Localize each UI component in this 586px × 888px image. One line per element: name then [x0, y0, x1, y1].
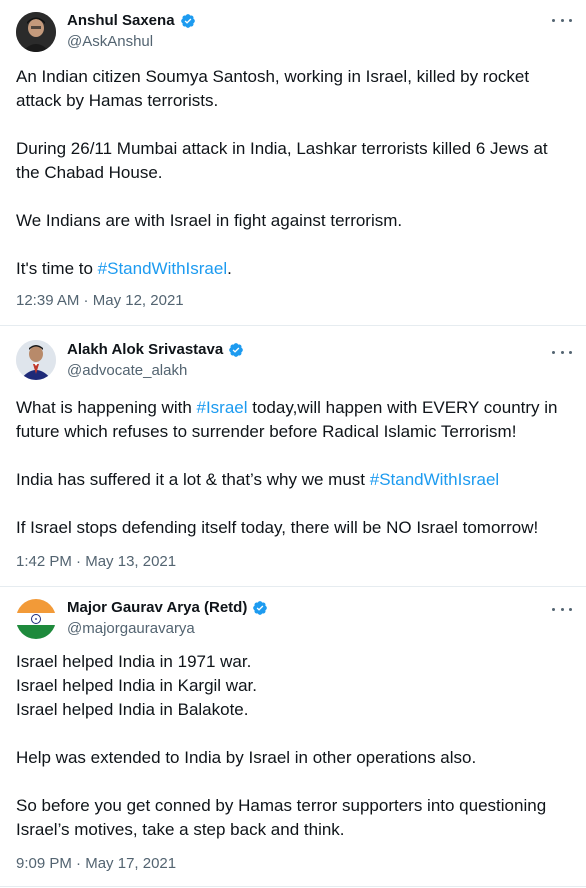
avatar[interactable]	[16, 12, 56, 52]
tweet-paragraph: What is happening with #Israel today,wil…	[16, 396, 570, 444]
more-options-icon[interactable]	[552, 603, 572, 615]
avatar[interactable]	[16, 340, 56, 380]
tweet-date: May 12, 2021	[92, 292, 184, 309]
tweet-line: Israel helped India in Kargil war.	[16, 676, 257, 695]
author-handle[interactable]: @AskAnshul	[67, 33, 153, 50]
tweet-date: May 13, 2021	[85, 553, 177, 570]
tweet-timestamp[interactable]: 9:09 PM · May 17, 2021	[16, 855, 176, 872]
author-handle[interactable]: @majorgauravarya	[67, 620, 195, 637]
tweet-paragraph: India has suffered it a lot & that’s why…	[16, 468, 570, 492]
tweet-date: May 17, 2021	[85, 855, 177, 872]
tweet-paragraph: Help was extended to India by Israel in …	[16, 748, 477, 767]
tweet-time: 9:09 PM	[16, 855, 72, 872]
tweet-paragraph: An Indian citizen Soumya Santosh, workin…	[16, 67, 530, 110]
text-segment: .	[227, 259, 232, 278]
tweet-timestamp[interactable]: 12:39 AM · May 12, 2021	[16, 292, 184, 309]
tweet-time: 1:42 PM	[16, 553, 72, 570]
verified-badge-icon	[180, 13, 195, 28]
separator: ·	[79, 292, 93, 309]
hashtag-link[interactable]: #StandWithIsrael	[370, 470, 499, 489]
tweet-text: An Indian citizen Soumya Santosh, workin…	[16, 65, 570, 281]
text-segment: India has suffered it a lot & that’s why…	[16, 470, 370, 489]
avatar[interactable]	[16, 599, 56, 639]
tweet-time: 12:39 AM	[16, 292, 80, 309]
author-name[interactable]: Anshul Saxena	[67, 12, 175, 29]
india-flag-avatar-icon	[16, 599, 56, 639]
author-handle[interactable]: @advocate_alakh	[67, 362, 187, 379]
text-segment: It's time to	[16, 259, 98, 278]
verified-badge-icon	[229, 342, 244, 357]
tweet-line: Israel helped India in Balakote.	[16, 700, 249, 719]
avatar-photo-icon	[16, 340, 56, 380]
tweet-paragraph: It's time to #StandWithIsrael.	[16, 257, 570, 281]
more-options-icon[interactable]	[552, 14, 572, 26]
tweet-alakh[interactable]: Alakh Alok Srivastava @advocate_alakh Wh…	[0, 326, 586, 587]
author-name[interactable]: Major Gaurav Arya (Retd)	[67, 599, 247, 616]
author-name[interactable]: Alakh Alok Srivastava	[67, 341, 223, 358]
tweet-paragraph: During 26/11 Mumbai attack in India, Las…	[16, 139, 548, 182]
tweet-paragraph: So before you get conned by Hamas terror…	[16, 796, 547, 839]
tweet-paragraph: We Indians are with Israel in fight agai…	[16, 211, 403, 230]
separator: ·	[71, 553, 86, 570]
tweet-gaurav[interactable]: Major Gaurav Arya (Retd) @majorgauravary…	[0, 587, 586, 887]
tweet-text: What is happening with #Israel today,wil…	[16, 396, 570, 540]
tweet-anshul[interactable]: Anshul Saxena @AskAnshul An Indian citiz…	[0, 0, 586, 326]
more-options-icon[interactable]	[552, 346, 572, 358]
separator: ·	[71, 855, 86, 872]
tweet-text: Israel helped India in 1971 war. Israel …	[16, 650, 570, 842]
tweet-timestamp[interactable]: 1:42 PM · May 13, 2021	[16, 553, 176, 570]
avatar-photo-icon	[16, 12, 56, 52]
tweet-line: Israel helped India in 1971 war.	[16, 652, 252, 671]
text-segment: What is happening with	[16, 398, 197, 417]
hashtag-link[interactable]: #StandWithIsrael	[98, 259, 227, 278]
verified-badge-icon	[253, 600, 268, 615]
hashtag-link[interactable]: #Israel	[197, 398, 248, 417]
tweet-paragraph: If Israel stops defending itself today, …	[16, 518, 539, 537]
